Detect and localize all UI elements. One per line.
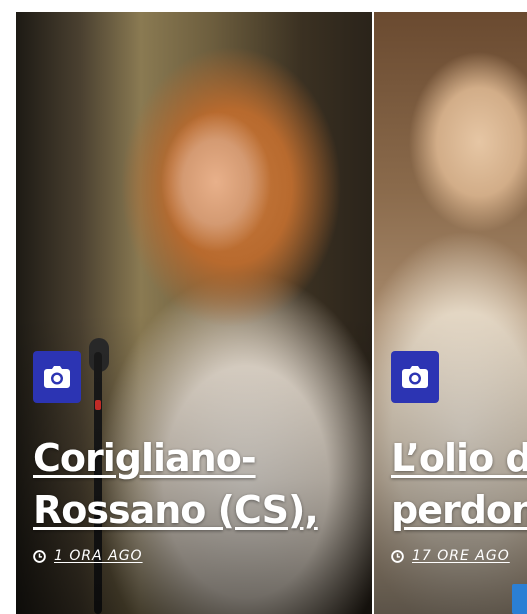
category-tag[interactable]: [512, 584, 527, 614]
article-title-line1[interactable]: Corigliano-: [33, 436, 257, 480]
camera-badge[interactable]: [33, 351, 81, 403]
news-slider: Corigliano- Rossano (CS), 1 ORA AGO L’ol…: [0, 0, 527, 614]
article-time-link[interactable]: 17 ORE AGO: [412, 548, 510, 564]
article-card[interactable]: L’olio d perdon 17 ORE AGO: [374, 12, 527, 614]
camera-badge[interactable]: [391, 351, 439, 403]
article-title-line1[interactable]: L’olio d: [391, 436, 527, 480]
article-title[interactable]: L’olio d perdon: [391, 432, 527, 536]
article-title[interactable]: Corigliano- Rossano (CS),: [33, 432, 372, 536]
article-time-link[interactable]: 1 ORA AGO: [54, 548, 143, 564]
article-title-line2[interactable]: perdon: [391, 488, 527, 532]
clock-icon: [391, 549, 404, 563]
clock-icon: [33, 549, 46, 563]
article-card[interactable]: Corigliano- Rossano (CS), 1 ORA AGO: [16, 12, 372, 614]
article-meta: 17 ORE AGO: [391, 548, 510, 564]
article-title-line2[interactable]: Rossano (CS),: [33, 488, 319, 532]
camera-icon: [402, 366, 428, 388]
article-meta: 1 ORA AGO: [33, 548, 143, 564]
camera-icon: [44, 366, 70, 388]
